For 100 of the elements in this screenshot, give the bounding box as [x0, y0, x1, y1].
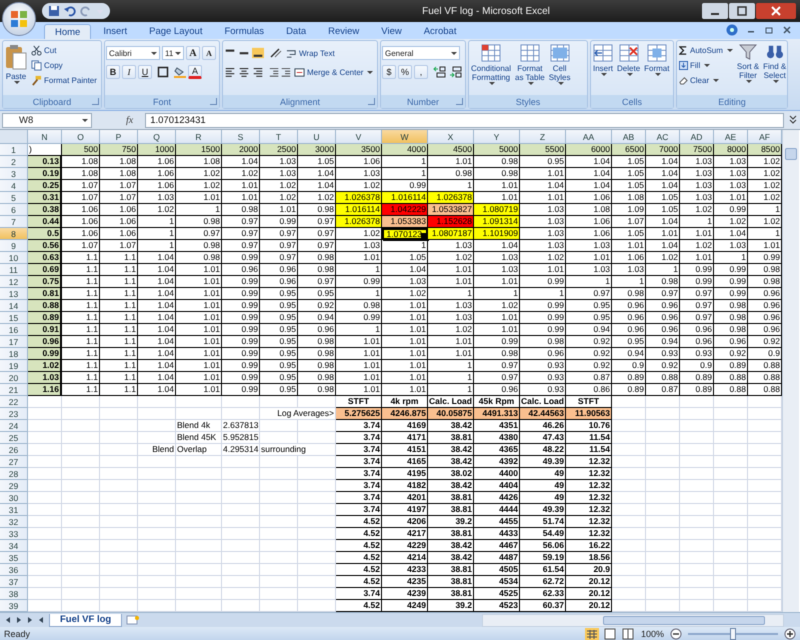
horizontal-align-icon[interactable]	[252, 66, 264, 78]
increase-decimal-icon[interactable]	[433, 66, 448, 78]
clear-button[interactable]: Clear	[678, 73, 734, 87]
minimize-icon[interactable]	[702, 3, 728, 19]
column-header[interactable]: AA	[566, 130, 612, 144]
row-header[interactable]: 13	[0, 288, 28, 300]
expand-icon[interactable]	[788, 114, 798, 126]
row-header[interactable]: 30	[0, 492, 28, 504]
style-button[interactable]: Cell Styles	[548, 43, 572, 86]
bold-button[interactable]: B	[106, 65, 120, 79]
ribbon-tab[interactable]: Insert	[93, 24, 138, 39]
ribbon-tab[interactable]: Home	[44, 24, 92, 39]
column-header[interactable]: V	[336, 130, 382, 144]
font-color-button[interactable]: A	[188, 65, 202, 79]
column-header[interactable]: R	[176, 130, 222, 144]
row-header[interactable]: 24	[0, 420, 28, 432]
normal-view-icon[interactable]	[584, 628, 599, 640]
row-header[interactable]: 6	[0, 204, 28, 216]
row-header[interactable]: 9	[0, 240, 28, 252]
style-button[interactable]: Format as Table	[514, 43, 546, 86]
name-box[interactable]: W8	[2, 112, 92, 128]
horizontal-align-icon[interactable]	[224, 66, 236, 78]
undo-icon[interactable]	[64, 5, 76, 17]
row-header[interactable]: 10	[0, 252, 28, 264]
column-header[interactable]: N	[28, 130, 62, 144]
copy-button[interactable]: Copy	[30, 58, 98, 72]
shrink-font-button[interactable]: A	[202, 46, 216, 60]
row-header[interactable]: 39	[0, 600, 28, 612]
office-button[interactable]	[2, 2, 36, 36]
column-header[interactable]: S	[222, 130, 260, 144]
close-icon[interactable]	[782, 25, 792, 35]
column-header[interactable]: O	[62, 130, 100, 144]
row-header[interactable]: 18	[0, 348, 28, 360]
page-break-view-icon[interactable]	[620, 628, 635, 640]
ribbon-tab[interactable]: Review	[318, 24, 370, 39]
row-header[interactable]: 38	[0, 588, 28, 600]
row-header[interactable]: 37	[0, 576, 28, 588]
zoom-out-icon[interactable]	[670, 628, 682, 640]
paste-button[interactable]: Paste	[4, 43, 28, 85]
grow-font-button[interactable]: A	[186, 46, 200, 60]
zoom-in-icon[interactable]	[784, 628, 796, 640]
cells-button[interactable]: Insert	[592, 43, 614, 77]
cells-button[interactable]: Delete	[616, 43, 642, 77]
row-header[interactable]: 12	[0, 276, 28, 288]
row-header[interactable]: 2	[0, 156, 28, 168]
format-painter-button[interactable]: Format Painter	[30, 73, 98, 87]
ribbon-tab[interactable]: Formulas	[214, 24, 274, 39]
percent-button[interactable]: %	[398, 65, 412, 79]
row-header[interactable]: 17	[0, 336, 28, 348]
vertical-align-icon[interactable]	[252, 47, 264, 59]
column-header[interactable]: AF	[748, 130, 782, 144]
horizontal-align-icon[interactable]	[238, 66, 250, 78]
row-header[interactable]: 19	[0, 360, 28, 372]
new-sheet-icon[interactable]	[126, 615, 140, 625]
maximize-icon[interactable]	[729, 3, 755, 19]
row-header[interactable]: 26	[0, 444, 28, 456]
insert-function-button[interactable]: fx	[96, 114, 142, 126]
row-header[interactable]: 14	[0, 300, 28, 312]
currency-button[interactable]: $	[382, 65, 396, 79]
row-header[interactable]: 8	[0, 228, 28, 240]
row-header[interactable]: 27	[0, 456, 28, 468]
decrease-decimal-icon[interactable]	[449, 66, 464, 78]
row-header[interactable]: 31	[0, 504, 28, 516]
italic-button[interactable]: I	[122, 65, 136, 79]
cells-button[interactable]: Format	[643, 43, 670, 77]
row-header[interactable]: 33	[0, 528, 28, 540]
column-header[interactable]: W	[382, 130, 428, 144]
column-header[interactable]: AD	[680, 130, 714, 144]
ribbon-tab[interactable]: Acrobat	[414, 24, 466, 39]
column-header[interactable]: AC	[646, 130, 680, 144]
indent-icon[interactable]	[269, 66, 291, 78]
row-header[interactable]: 36	[0, 564, 28, 576]
page-layout-view-icon[interactable]	[602, 628, 617, 640]
row-header[interactable]: 32	[0, 516, 28, 528]
row-header[interactable]: 5	[0, 192, 28, 204]
row-header[interactable]: 15	[0, 312, 28, 324]
row-header[interactable]: 1	[0, 144, 28, 156]
style-button[interactable]: Conditional Formatting	[470, 43, 512, 86]
row-header[interactable]: 22	[0, 396, 28, 408]
row-header[interactable]: 23	[0, 408, 28, 420]
vertical-scrollbar[interactable]	[782, 130, 799, 612]
autosum-button[interactable]: AutoSum	[678, 43, 734, 57]
font-family-field[interactable]: Calibri	[106, 46, 160, 60]
fill-button[interactable]: Fill	[678, 58, 734, 72]
column-header[interactable]: X	[428, 130, 474, 144]
row-header[interactable]: 20	[0, 372, 28, 384]
restore-icon[interactable]	[764, 25, 774, 35]
column-header[interactable]: Y	[474, 130, 520, 144]
close-icon[interactable]	[756, 3, 796, 19]
column-header[interactable]: Z	[520, 130, 566, 144]
save-icon[interactable]	[48, 5, 60, 17]
row-header[interactable]: 21	[0, 384, 28, 396]
row-header[interactable]: 35	[0, 552, 28, 564]
row-header[interactable]: 3	[0, 168, 28, 180]
row-header[interactable]: 4	[0, 180, 28, 192]
row-header[interactable]: 7	[0, 216, 28, 228]
row-header[interactable]: 34	[0, 540, 28, 552]
row-header[interactable]: 11	[0, 264, 28, 276]
column-header[interactable]: U	[298, 130, 336, 144]
help-icon[interactable]	[726, 24, 738, 36]
